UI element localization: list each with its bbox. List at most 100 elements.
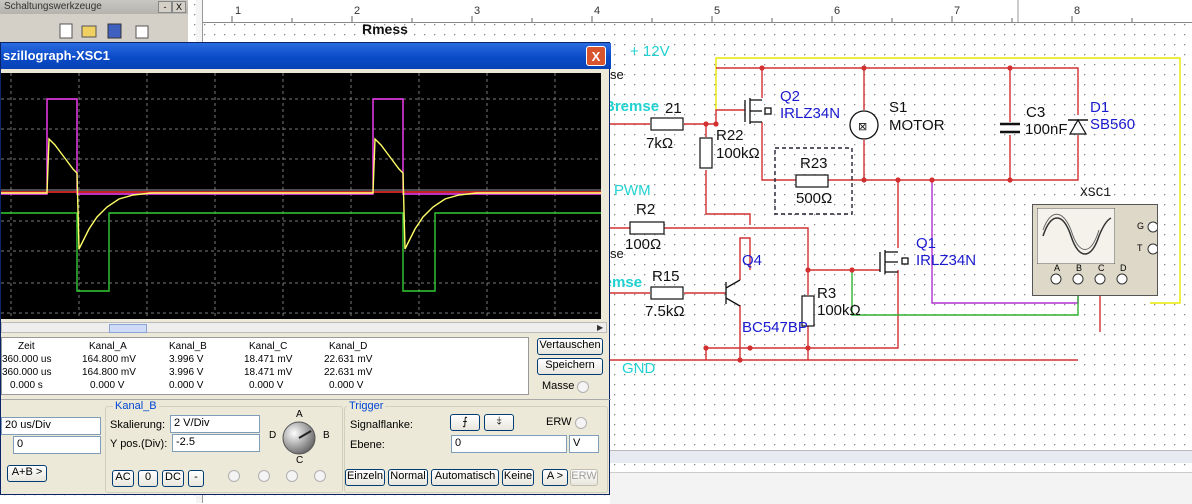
meas-cell: 0.000 V <box>169 380 204 391</box>
oscilloscope-window[interactable]: szillograph-XSC1 X ▶ Zeit Kanal_A Kanal_… <box>0 42 611 495</box>
meas-header: Kanal_B <box>169 341 207 352</box>
q2-label[interactable]: Q2 <box>780 88 800 105</box>
scroll-right-arrow-icon[interactable]: ▶ <box>597 323 603 332</box>
xsc1-terminals <box>1050 221 1157 285</box>
r2-label[interactable]: R2 <box>636 201 655 218</box>
erw-label: ERW <box>546 416 572 428</box>
knob-label-c: C <box>296 455 304 466</box>
workspace-hscrollbar[interactable] <box>610 450 1192 463</box>
ac-button[interactable]: AC <box>112 470 134 487</box>
q1-label[interactable]: Q1 <box>916 235 936 252</box>
einzeln-button[interactable]: Einzeln <box>345 469 385 486</box>
xsc1-instrument[interactable]: G T A B C D <box>1032 204 1158 296</box>
ebene-label: Ebene: <box>350 439 385 451</box>
meas-cell: 0.000 V <box>329 380 364 391</box>
q1-type: IRLZ34N <box>916 252 977 269</box>
scope-screen[interactable] <box>1 73 601 319</box>
dc-button[interactable]: DC <box>162 470 184 487</box>
r3-value: 100kΩ <box>817 302 861 319</box>
meas-cell: 0.000 V <box>90 380 125 391</box>
r22-value: 100kΩ <box>716 145 760 162</box>
oscilloscope-title: szillograph-XSC1 <box>3 48 110 63</box>
zero-button[interactable]: 0 <box>138 470 158 487</box>
gnd-label: GND <box>622 360 656 377</box>
kanal-b-scale-label: Skalierung: <box>110 419 166 431</box>
r3-label[interactable]: R3 <box>817 285 836 302</box>
keine-button[interactable]: Keine <box>502 469 534 486</box>
knob-label-b: B <box>323 430 330 441</box>
meas-cell: 164.800 mV <box>82 367 136 378</box>
scrollbar-thumb[interactable] <box>109 324 147 333</box>
trigger-title: Trigger <box>347 400 386 412</box>
timebase-scale-field[interactable]: 20 us/Div <box>1 417 101 435</box>
se-label-2: se <box>610 246 624 261</box>
s1-label[interactable]: S1 <box>889 99 907 116</box>
r15-label[interactable]: R15 <box>652 268 680 285</box>
falling-edge-button[interactable]: ⤈ <box>484 414 514 431</box>
channel-select-knob-icon[interactable] <box>281 420 317 456</box>
rmess-label: Rmess <box>362 21 408 37</box>
meas-cell: 3.996 V <box>169 354 204 365</box>
speichern-button[interactable]: Speichern <box>537 358 603 375</box>
motor-label: MOTOR <box>889 117 945 134</box>
svg-text:⊠: ⊠ <box>858 120 867 133</box>
controls-divider <box>1 399 611 400</box>
tools-icons[interactable] <box>58 22 158 42</box>
q4-label[interactable]: Q4 <box>742 252 762 269</box>
minus-button[interactable]: - <box>188 470 204 487</box>
channel-radio[interactable] <box>314 470 326 482</box>
meas-header: Zeit <box>18 341 35 352</box>
meas-header: Kanal_C <box>249 341 288 352</box>
meas-cell: 22.631 mV <box>324 354 373 365</box>
knob-label-d: D <box>269 430 277 441</box>
channel-radio[interactable] <box>286 470 298 482</box>
kanal-b-ypos-field[interactable]: -2.5 <box>172 434 260 452</box>
tools-close-button[interactable]: X <box>172 1 186 13</box>
meas-cell: 18.471 mV <box>244 367 293 378</box>
normal-button[interactable]: Normal <box>388 469 428 486</box>
erw-radio[interactable] <box>575 417 587 429</box>
kanal-b-ypos-label: Y pos.(Div): <box>110 438 168 450</box>
channel-radio[interactable] <box>228 470 240 482</box>
r21-label[interactable]: 21 <box>665 100 682 117</box>
vertauschen-button[interactable]: Vertauschen <box>537 338 603 355</box>
automatisch-button[interactable]: Automatisch <box>431 469 499 486</box>
bremse-label-1: Bremse <box>604 98 660 115</box>
meas-cell: 3.996 V <box>169 367 204 378</box>
scope-traces <box>1 73 601 319</box>
masse-radio[interactable] <box>577 381 589 393</box>
meas-cell: 18.471 mV <box>244 354 293 365</box>
v12-label: + 12V <box>630 43 670 60</box>
signalflanke-label: Signalflanke: <box>350 419 413 431</box>
bc547-label: BC547BP <box>742 319 808 336</box>
c3-value: 100nF <box>1025 121 1068 138</box>
xsc1-label[interactable]: XSC1 <box>1080 185 1111 200</box>
channel-radio[interactable] <box>258 470 270 482</box>
trigger-level-field[interactable]: 0 <box>451 435 567 453</box>
meas-header: Kanal_D <box>329 341 368 352</box>
trigger-level-unit[interactable]: V <box>569 435 599 453</box>
kanal-b-scale-field[interactable]: 2 V/Div <box>170 415 260 433</box>
timebase-xpos-field[interactable]: 0 <box>13 436 101 454</box>
oscilloscope-titlebar[interactable]: szillograph-XSC1 X <box>1 43 611 69</box>
trigger-erw-button: ERW <box>570 469 598 486</box>
falling-edge-icon: ⤈ <box>496 415 502 427</box>
meas-cell: 164.800 mV <box>82 354 136 365</box>
meas-cell: 0.000 V <box>249 380 284 391</box>
d1-label[interactable]: D1 <box>1090 99 1109 116</box>
ab-mode-button[interactable]: A+B > <box>7 465 47 482</box>
c3-label[interactable]: C3 <box>1026 104 1045 121</box>
r23-label[interactable]: R23 <box>800 155 828 172</box>
d1-type: SB560 <box>1090 116 1136 133</box>
meas-cell: 360.000 us <box>2 367 52 378</box>
meas-cell: 22.631 mV <box>324 367 373 378</box>
r23-value: 500Ω <box>796 190 833 207</box>
pwm-label: PWM <box>614 182 651 199</box>
oscilloscope-close-button[interactable]: X <box>586 46 606 66</box>
rising-edge-button[interactable]: ⨍ <box>450 414 480 431</box>
trigger-source-a-button[interactable]: A > <box>542 469 568 486</box>
r21-value: 7kΩ <box>646 135 674 152</box>
scope-time-scrollbar[interactable]: ▶ <box>1 322 607 333</box>
r22-label[interactable]: R22 <box>716 127 744 144</box>
tools-minimize-button[interactable]: - <box>158 1 172 13</box>
